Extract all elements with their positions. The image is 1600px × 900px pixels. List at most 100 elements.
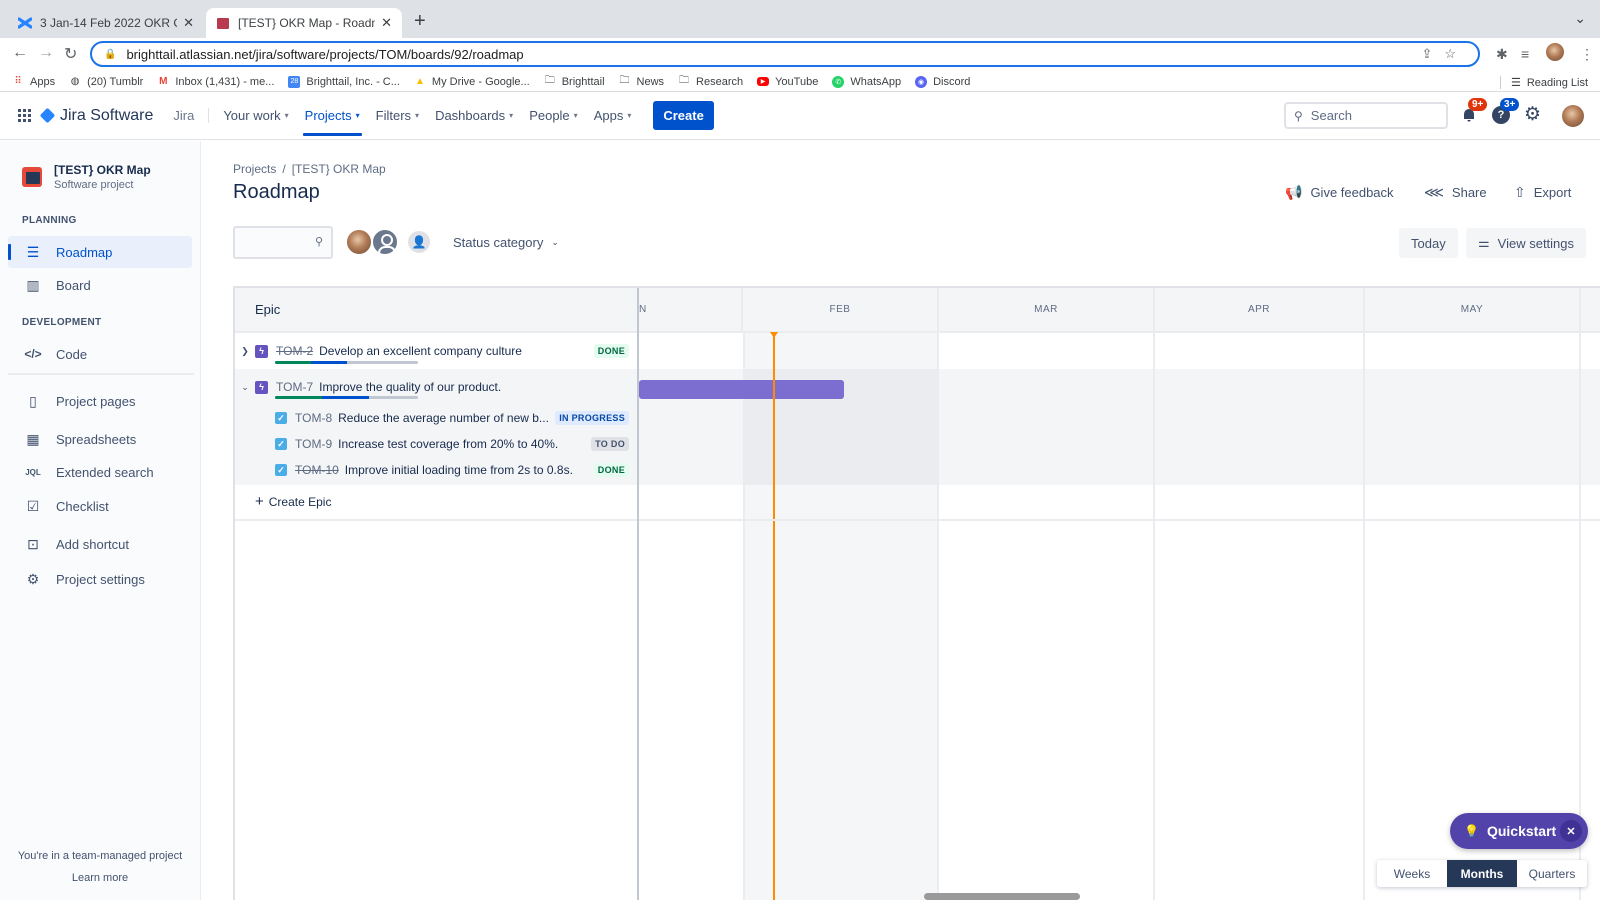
nav-people[interactable]: People ▾: [527, 92, 580, 140]
profile-avatar[interactable]: [1546, 43, 1564, 61]
expand-chevron-right-icon[interactable]: ❯: [235, 346, 255, 357]
project-header[interactable]: [TEST} OKR Map Software project: [22, 163, 151, 191]
app-switcher-icon[interactable]: [18, 108, 32, 123]
breadcrumb-project[interactable]: [TEST} OKR Map: [292, 162, 386, 176]
nav-projects[interactable]: Projects ▾: [302, 92, 362, 140]
zoom-weeks[interactable]: Weeks: [1377, 860, 1447, 887]
issue-summary: Improve initial loading time from 2s to …: [344, 463, 573, 477]
nav-dashboards[interactable]: Dashboards ▾: [433, 92, 515, 140]
bookmark-news[interactable]: 🗀 News: [619, 75, 665, 88]
reload-icon[interactable]: ↻: [64, 44, 77, 64]
timeline-zoom-switcher: Weeks Months Quarters: [1377, 860, 1587, 887]
sidebar-item-project-settings[interactable]: ⚙ Project settings: [8, 563, 192, 595]
today-button[interactable]: Today: [1399, 228, 1458, 258]
bookmark-youtube[interactable]: ▶ YouTube: [757, 76, 818, 88]
settings-gear-icon[interactable]: ⚙: [1524, 103, 1544, 125]
sidebar-item-checklist[interactable]: ☑ Checklist: [8, 490, 192, 522]
issue-summary: Increase test coverage from 20% to 40%.: [338, 437, 559, 451]
bookmark-apps[interactable]: ⠿ Apps: [12, 76, 55, 88]
browser-tab-okr-cycle[interactable]: 3 Jan-14 Feb 2022 OKR Cycle ✕: [8, 8, 204, 38]
issue-key[interactable]: TOM-9: [295, 437, 332, 451]
user-avatar[interactable]: [1562, 105, 1584, 127]
bookmark-research[interactable]: 🗀 Research: [678, 75, 743, 88]
sidebar-item-project-pages[interactable]: ▯ Project pages: [8, 385, 192, 417]
create-button[interactable]: Create: [653, 101, 714, 130]
close-tab-icon[interactable]: ✕: [381, 15, 392, 31]
sidebar-item-roadmap[interactable]: ☰ Roadmap: [8, 236, 192, 268]
notifications-button[interactable]: 9+: [1460, 98, 1488, 126]
zoom-quarters[interactable]: Quarters: [1517, 860, 1587, 887]
reading-list-button[interactable]: ☰ Reading List: [1499, 76, 1588, 89]
plus-icon: +: [255, 493, 264, 510]
bookmark-calendar[interactable]: 28 Brighttail, Inc. - C...: [288, 75, 400, 88]
export-button[interactable]: ⇧ Export: [1514, 184, 1571, 201]
pane-divider-handle[interactable]: [637, 288, 639, 900]
issue-key[interactable]: TOM-2: [276, 344, 313, 358]
epic-row-tom-7[interactable]: ⌄ ϟ TOM-7 Improve the quality of our pro…: [235, 369, 637, 405]
bookmark-whatsapp[interactable]: ✆ WhatsApp: [832, 75, 901, 88]
jira-software-logo[interactable]: Jira Software: [39, 107, 153, 125]
sidebar-item-board[interactable]: ▥ Board: [8, 269, 192, 301]
child-row-tom-8[interactable]: ✓ TOM-8 Reduce the average number of new…: [235, 405, 637, 431]
bookmark-star-icon[interactable]: ☆: [1444, 46, 1468, 61]
bookmark-tumblr[interactable]: ◍ (20) Tumblr: [69, 76, 144, 88]
nav-filters[interactable]: Filters ▾: [374, 92, 421, 140]
quickstart-button[interactable]: 💡 Quickstart ✕: [1450, 813, 1588, 849]
sidebar-item-add-shortcut[interactable]: ⊡ Add shortcut: [8, 528, 192, 560]
unassigned-avatar-filter[interactable]: [371, 228, 399, 256]
extensions-puzzle-icon[interactable]: ✱: [1496, 46, 1508, 63]
issue-key[interactable]: TOM-10: [295, 463, 339, 477]
epic-progress-bar: [275, 361, 418, 364]
expand-chevron-down-icon[interactable]: ⌄: [235, 382, 255, 393]
learn-more-link[interactable]: Learn more: [0, 872, 200, 884]
help-button[interactable]: ? 3+: [1492, 98, 1520, 126]
issue-key[interactable]: TOM-7: [276, 380, 313, 394]
zoom-months[interactable]: Months: [1447, 860, 1517, 887]
project-type: Software project: [54, 179, 134, 191]
give-feedback-button[interactable]: 📢 Give feedback: [1285, 184, 1394, 201]
url-input[interactable]: 🔒 brighttail.atlassian.net/jira/software…: [90, 41, 1480, 67]
apps-grid-icon: ⠿: [14, 76, 22, 87]
child-row-tom-10[interactable]: ✓ TOM-10 Improve initial loading time fr…: [235, 457, 637, 483]
timeline: N FEB MAR APR MAY: [639, 288, 1600, 900]
create-epic-button[interactable]: + Create Epic: [255, 493, 331, 510]
close-tab-icon[interactable]: ✕: [183, 15, 194, 31]
browser-tab-roadmap[interactable]: [TEST} OKR Map - Roadmap - ✕: [206, 8, 402, 38]
epic-bar-tom-7[interactable]: [639, 380, 844, 399]
issue-key[interactable]: TOM-8: [295, 411, 332, 425]
view-settings-button[interactable]: ⚌ View settings: [1466, 228, 1587, 258]
jira-home-link[interactable]: Jira: [173, 108, 210, 123]
timeline-horizontal-scrollbar[interactable]: [924, 893, 1080, 900]
bookmark-brighttail[interactable]: 🗀 Brighttail: [544, 75, 605, 88]
status-lozenge: TO DO: [591, 437, 629, 451]
back-icon[interactable]: ←: [12, 44, 28, 62]
search-input[interactable]: ⚲ Search: [1284, 102, 1448, 129]
bookmark-drive[interactable]: ▲ My Drive - Google...: [414, 76, 530, 88]
close-quickstart-icon[interactable]: ✕: [1560, 820, 1582, 842]
bookmark-discord[interactable]: ◉ Discord: [915, 75, 970, 88]
bookmarks-bar: ⠿ Apps ◍ (20) Tumblr M Inbox (1,431) - me..…: [0, 72, 1600, 92]
sidebar-item-code[interactable]: </> Code: [8, 338, 192, 370]
tab-title: 3 Jan-14 Feb 2022 OKR Cycle: [40, 16, 177, 30]
page-icon: ▯: [29, 392, 37, 409]
nav-apps[interactable]: Apps ▾: [592, 92, 634, 140]
month-header-mar: MAR: [939, 288, 1155, 333]
bookmark-gmail[interactable]: M Inbox (1,431) - me...: [157, 76, 274, 88]
sidebar-item-spreadsheets[interactable]: ▦ Spreadsheets: [8, 423, 192, 455]
media-queue-icon[interactable]: ≡: [1521, 46, 1529, 62]
child-row-tom-9[interactable]: ✓ TOM-9 Increase test coverage from 20% …: [235, 431, 637, 457]
breadcrumb-projects[interactable]: Projects: [233, 162, 276, 176]
status-category-dropdown[interactable]: Status category ⌄: [453, 235, 559, 250]
sidebar-item-extended-search[interactable]: JQL Extended search: [8, 456, 192, 488]
new-tab-icon[interactable]: +: [414, 10, 426, 33]
nav-your-work[interactable]: Your work ▾: [221, 92, 290, 140]
chevron-down-icon: ▾: [627, 111, 632, 120]
browser-menu-icon[interactable]: ⋮: [1580, 46, 1594, 63]
assignee-avatar-filter[interactable]: [345, 228, 373, 256]
forward-icon[interactable]: →: [38, 44, 54, 62]
share-button[interactable]: ⋘ Share: [1424, 184, 1487, 201]
roadmap-search-input[interactable]: ⚲: [233, 226, 333, 259]
add-people-icon[interactable]: 👤: [406, 229, 432, 255]
tab-search-chevron-icon[interactable]: ⌄: [1574, 10, 1586, 27]
share-page-icon[interactable]: ⇪: [1421, 46, 1444, 61]
